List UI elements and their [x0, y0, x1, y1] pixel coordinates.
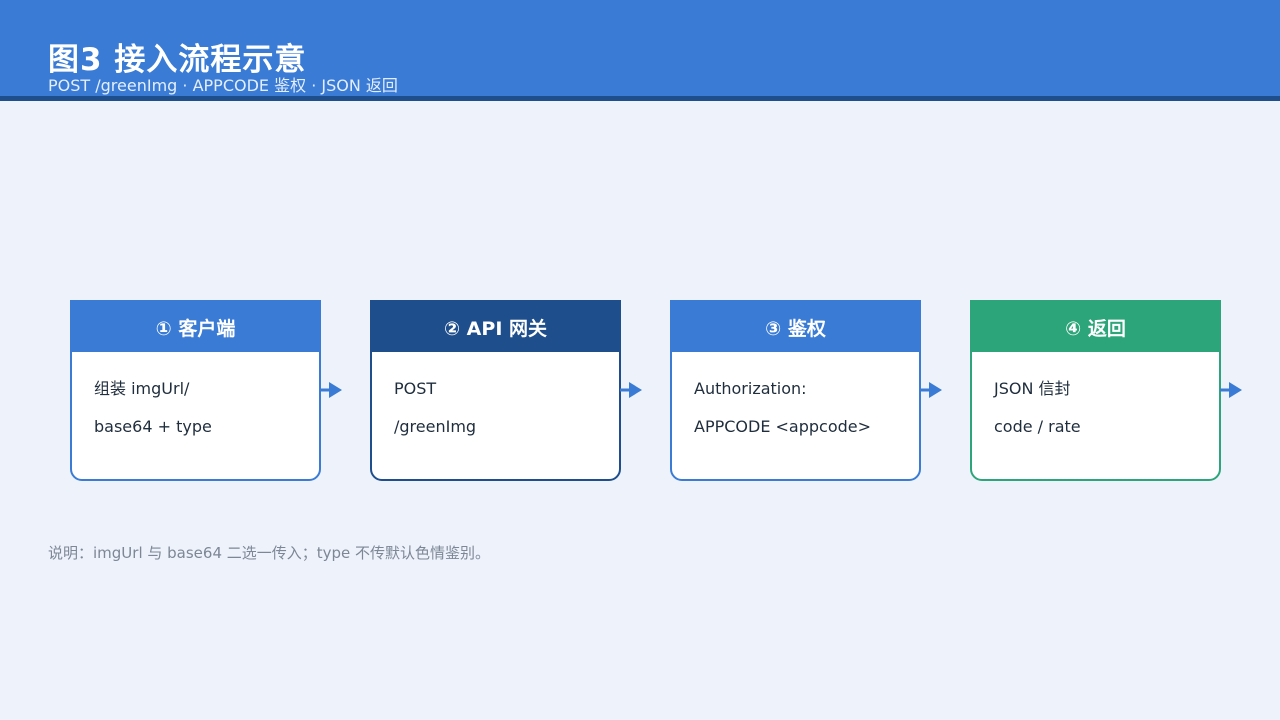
step-line: 组装 imgUrl/ [94, 379, 190, 398]
step-api-gateway: ② API 网关 POST /greenImg [370, 300, 621, 481]
arrow-right-icon [320, 382, 342, 398]
header-divider [0, 96, 1280, 101]
step-line: code / rate [994, 417, 1081, 436]
step-line: POST [394, 379, 437, 398]
step-line: base64 + type [94, 417, 212, 436]
footnote: 说明：imgUrl 与 base64 二选一传入；type 不传默认色情鉴别。 [48, 544, 491, 562]
step-title: ② API 网关 [372, 302, 619, 352]
arrow-right-icon [1220, 382, 1242, 398]
page-subtitle: POST /greenImg · APPCODE 鉴权 · JSON 返回 [48, 76, 398, 95]
arrow-right-icon [920, 382, 942, 398]
arrow-right-icon [620, 382, 642, 398]
step-return: ④ 返回 JSON 信封 code / rate [970, 300, 1221, 481]
step-auth: ③ 鉴权 Authorization: APPCODE <appcode> [670, 300, 921, 481]
step-line: Authorization: [694, 379, 807, 398]
step-line: APPCODE <appcode> [694, 417, 872, 436]
step-title: ③ 鉴权 [672, 302, 919, 352]
step-title: ① 客户端 [72, 302, 319, 352]
step-client: ① 客户端 组装 imgUrl/ base64 + type [70, 300, 321, 481]
step-title: ④ 返回 [972, 302, 1219, 352]
step-line: /greenImg [394, 417, 477, 436]
step-line: JSON 信封 [994, 379, 1071, 398]
